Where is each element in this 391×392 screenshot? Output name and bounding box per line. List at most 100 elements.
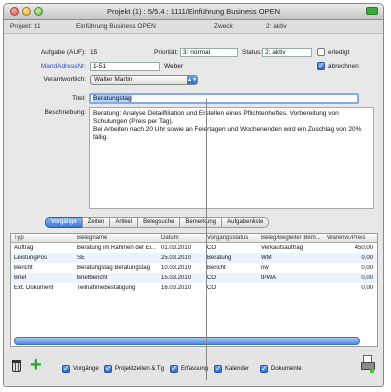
trash-icon[interactable] bbox=[12, 360, 21, 372]
column-header-preis[interactable]: Warenw./Preis bbox=[327, 235, 377, 241]
status-label: Status: bbox=[242, 49, 263, 56]
option-dokumente[interactable]: Dokumente bbox=[260, 364, 302, 373]
option-erfassung-checkbox[interactable] bbox=[170, 364, 178, 373]
cell-datum: 01.03.2010 bbox=[161, 245, 192, 251]
column-header-datum[interactable]: Datum bbox=[161, 235, 179, 241]
option-projektzeiten[interactable]: Projektzeiten & Tg bbox=[104, 364, 164, 373]
cell-datum: 15.03.2010 bbox=[161, 275, 192, 281]
cell-bemerkung: WM bbox=[261, 255, 272, 261]
erledigt-checkbox[interactable] bbox=[317, 48, 325, 56]
mandadress-label[interactable]: MandAdressNr: bbox=[18, 63, 86, 70]
cell-belegname: SE bbox=[77, 255, 86, 261]
aufgabe-value: 15 bbox=[90, 49, 98, 56]
project-label: Projekt: 11 bbox=[10, 23, 41, 30]
table-row[interactable]: Ext. Dokument Teilnahmebestätigung 16.03… bbox=[11, 283, 377, 293]
titel-value: Beratungstag bbox=[93, 95, 132, 102]
cell-status: CO bbox=[207, 285, 216, 291]
tab-zeiten[interactable]: Zeiten bbox=[81, 217, 111, 228]
tab-belegsuche[interactable]: Belegsuche bbox=[137, 217, 181, 228]
cell-belegname: Beratung im Rahmen der Ei... bbox=[77, 245, 157, 251]
verantwortlich-label: Verantwortlich: bbox=[43, 76, 86, 83]
column-header-typ[interactable]: Typ bbox=[14, 235, 24, 241]
cell-datum: 10.03.2010 bbox=[161, 265, 192, 271]
option-vorgaenge-checkbox[interactable] bbox=[62, 364, 70, 373]
mandadress-name: Weber bbox=[164, 63, 184, 70]
column-header-vorgangsstatus[interactable]: Vorgangsstatus bbox=[207, 235, 248, 241]
prioritaet-field[interactable]: 3: normal bbox=[180, 48, 238, 57]
cell-preis: 0,00 bbox=[361, 265, 373, 271]
option-erfassung[interactable]: Erfassung bbox=[170, 364, 209, 373]
status-field[interactable]: 2: aktiv bbox=[262, 48, 312, 57]
vorgaenge-table: Typ Belegname Datum Vorgangsstatus Beleg… bbox=[10, 233, 378, 347]
beschreibung-label: Beschreibung: bbox=[44, 109, 86, 116]
tab-artikel[interactable]: Artikel bbox=[109, 217, 139, 228]
cell-belegname: Teilnahmebestätigung bbox=[77, 285, 136, 291]
table-row[interactable]: Auftrag Beratung im Rahmen der Ei... 01.… bbox=[11, 243, 377, 253]
bottom-bar: + Vorgänge Projektzeiten & Tg Erfassung … bbox=[4, 349, 383, 385]
abrechnen-checkbox[interactable] bbox=[317, 61, 325, 70]
table-horizontal-scrollbar[interactable] bbox=[14, 337, 360, 345]
title-bar: Projekt (1) : 5/5.4 : 1111/Einführung Bu… bbox=[4, 4, 383, 20]
option-erfassung-label: Erfassung bbox=[181, 366, 209, 372]
option-kalender-checkbox[interactable] bbox=[214, 364, 222, 373]
cell-typ: Ext. Dokument bbox=[14, 285, 54, 291]
cell-belegname: Briefbericht bbox=[77, 275, 108, 281]
zweck-label: Zweck bbox=[214, 23, 233, 30]
add-icon[interactable]: + bbox=[30, 355, 42, 375]
cell-typ: LeistungPos bbox=[14, 255, 48, 261]
titel-field[interactable]: Beratungstag bbox=[89, 93, 359, 104]
verantwortlich-select[interactable]: Walter Martin ▲▼ bbox=[90, 75, 198, 85]
cell-preis: 0,00 bbox=[361, 275, 373, 281]
abrechnen-label: abrechnen bbox=[328, 63, 359, 70]
table-row[interactable]: LeistungPos SE 25.03.2010 Beratung WM 0,… bbox=[11, 253, 377, 263]
tab-bemerkung[interactable]: Bemerkung bbox=[179, 217, 223, 228]
vertical-divider bbox=[206, 99, 207, 380]
verantwortlich-value: Walter Martin bbox=[94, 76, 133, 83]
beschreibung-text: Beratung: Analyse Detailfiliation und Er… bbox=[93, 110, 362, 141]
table-row[interactable]: Bericht Beratungstag Beratungstag 10.03.… bbox=[11, 263, 377, 273]
aufgabe-label: Aufgabe (AUF): bbox=[40, 49, 86, 56]
cell-status: CO bbox=[207, 245, 216, 251]
cell-status: Beratung bbox=[207, 255, 232, 261]
prioritaet-label: Priorität: bbox=[154, 49, 179, 56]
cell-typ: Bericht bbox=[14, 265, 33, 271]
cell-bemerkung: nw bbox=[261, 265, 269, 271]
table-row[interactable]: Brief Briefbericht 15.03.2010 CO tPWA 0,… bbox=[11, 273, 377, 283]
beschreibung-textarea[interactable]: Beratung: Analyse Detailfiliation und Er… bbox=[89, 107, 374, 209]
option-dokumente-label: Dokumente bbox=[271, 366, 302, 372]
project-name: Einführung Business OPEN bbox=[76, 23, 156, 30]
cell-status: CO bbox=[207, 275, 216, 281]
titel-label: Titel: bbox=[72, 95, 86, 102]
option-projektzeiten-label: Projektzeiten & Tg bbox=[115, 366, 164, 372]
project-header: Projekt: 11 Einführung Business OPEN Zwe… bbox=[4, 20, 383, 34]
table-header: Typ Belegname Datum Vorgangsstatus Beleg… bbox=[11, 234, 377, 243]
cell-preis: 0,00 bbox=[361, 255, 373, 261]
project-status: 2: aktiv bbox=[266, 23, 287, 30]
project-window: Projekt (1) : 5/5.4 : 1111/Einführung Bu… bbox=[3, 3, 384, 387]
cell-bemerkung: Verkaufsauftrag bbox=[261, 245, 304, 251]
window-title: Projekt (1) : 5/5.4 : 1111/Einführung Bu… bbox=[106, 7, 280, 16]
cell-datum: 25.03.2010 bbox=[161, 255, 192, 261]
cell-datum: 16.03.2010 bbox=[161, 285, 192, 291]
option-vorgaenge[interactable]: Vorgänge bbox=[62, 364, 99, 373]
cell-preis: 0,00 bbox=[361, 285, 373, 291]
option-kalender-label: Kalender bbox=[225, 366, 250, 372]
cell-preis: 450,00 bbox=[354, 245, 373, 251]
option-dokumente-checkbox[interactable] bbox=[260, 364, 268, 373]
mandadress-field[interactable]: 1-51 bbox=[90, 62, 160, 71]
tab-bar: Vorgänge Zeiten Artikel Belegsuche Bemer… bbox=[45, 217, 270, 228]
tab-aufgabenliste[interactable]: Aufgabenliste bbox=[221, 217, 270, 228]
cell-typ: Brief bbox=[14, 275, 27, 281]
column-header-bemerkung[interactable]: Beleg/Begleiter Bem... bbox=[261, 235, 323, 241]
cell-typ: Auftrag bbox=[14, 245, 34, 251]
toolbar-toggle-button[interactable] bbox=[366, 7, 378, 15]
option-projektzeiten-checkbox[interactable] bbox=[104, 364, 112, 373]
cell-belegname: Beratungstag Beratungstag bbox=[77, 265, 151, 271]
option-kalender[interactable]: Kalender bbox=[214, 364, 250, 373]
column-header-belegname[interactable]: Belegname bbox=[77, 235, 107, 241]
tab-vorgaenge[interactable]: Vorgänge bbox=[45, 217, 83, 228]
chevron-down-icon: ▲▼ bbox=[187, 76, 197, 84]
printer-icon[interactable] bbox=[361, 355, 375, 373]
cell-bemerkung: tPWA bbox=[261, 275, 277, 281]
table-body: Auftrag Beratung im Rahmen der Ei... 01.… bbox=[11, 243, 377, 343]
